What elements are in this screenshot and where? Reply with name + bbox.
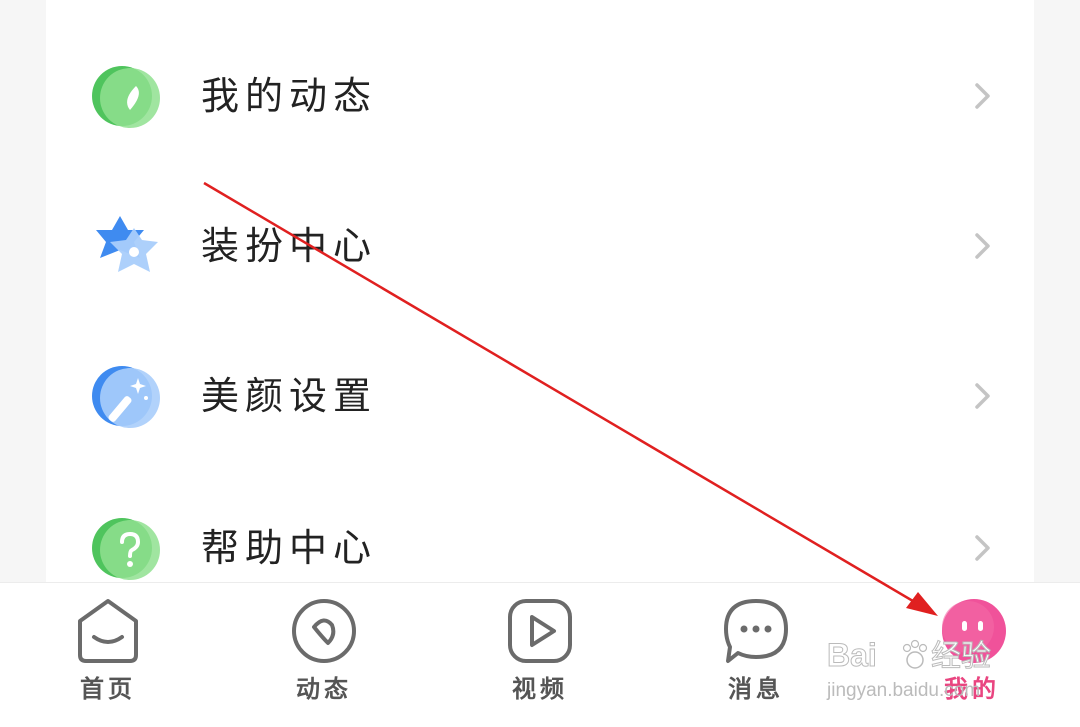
chevron-right-icon <box>975 535 990 561</box>
chevron-right-icon <box>975 83 990 109</box>
home-icon <box>78 599 138 663</box>
menu-item-label: 装扮中心 <box>201 224 378 268</box>
chevron-right-icon <box>975 233 990 259</box>
profile-icon <box>942 599 1006 663</box>
menu-item-dress-up-center[interactable]: 装扮中心 <box>46 210 1034 330</box>
menu-item-beauty-settings[interactable]: 美颜设置 <box>46 360 1034 480</box>
tab-moments[interactable]: 动态 <box>254 583 394 727</box>
tab-label: 动态 <box>296 675 352 703</box>
menu-item-label: 帮助中心 <box>201 526 378 570</box>
message-icon <box>724 599 788 663</box>
tab-label: 消息 <box>728 675 784 703</box>
moments-icon <box>292 599 356 663</box>
tab-video[interactable]: 视频 <box>470 583 610 727</box>
star-icon <box>96 216 158 272</box>
menu-item-label: 我的动态 <box>201 74 378 118</box>
menu-card: 我的动态 装扮中心 美颜设置 帮助中心 <box>46 0 1034 582</box>
chevron-right-icon <box>975 383 990 409</box>
menu-item-label: 美颜设置 <box>201 374 378 418</box>
tab-label: 我的 <box>944 675 1000 703</box>
tab-home[interactable]: 首页 <box>38 583 178 727</box>
video-icon <box>508 599 572 663</box>
tab-messages[interactable]: 消息 <box>686 583 826 727</box>
compass-icon <box>92 66 160 128</box>
help-icon <box>92 518 160 580</box>
tab-label: 首页 <box>80 675 136 703</box>
magic-wand-icon <box>92 366 160 428</box>
menu-item-my-moments[interactable]: 我的动态 <box>46 60 1034 180</box>
tab-profile[interactable]: 我的 <box>902 583 1042 727</box>
bottom-tab-bar: 首页 动态 视频 消息 我的 <box>0 582 1080 727</box>
tab-label: 视频 <box>512 675 568 703</box>
